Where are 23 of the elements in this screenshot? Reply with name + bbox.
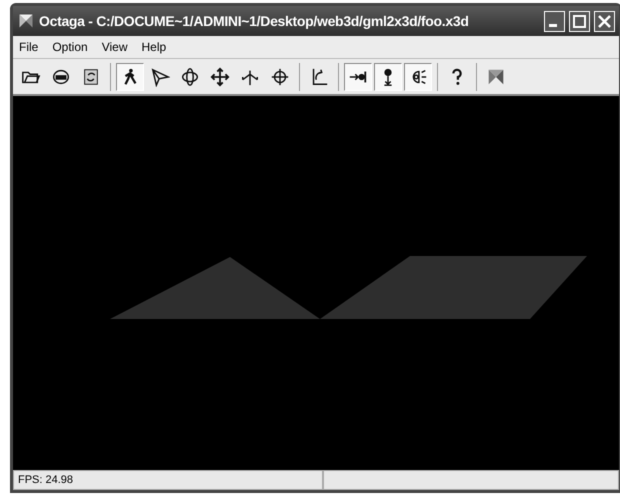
paper-plane-icon bbox=[150, 66, 170, 86]
window-title: Octaga - C:/DOCUME~1/ADMINI~1/Desktop/web3d/gml2x3d/foo.x3d bbox=[39, 12, 470, 31]
toolbar-button[interactable] bbox=[344, 62, 372, 90]
menu-item[interactable]: Option bbox=[52, 38, 88, 56]
menu-item[interactable]: File bbox=[19, 38, 38, 56]
move-arrows-icon bbox=[210, 66, 230, 86]
maximize-icon bbox=[573, 14, 586, 28]
toolbar-button[interactable] bbox=[374, 62, 402, 90]
menu-item[interactable]: Help bbox=[142, 38, 166, 56]
orbit-icon bbox=[180, 66, 200, 86]
crosshair-icon bbox=[270, 66, 290, 86]
status-text: FPS: 24.98 bbox=[13, 470, 323, 490]
minimize-button[interactable] bbox=[544, 10, 565, 32]
refresh-icon bbox=[81, 66, 101, 86]
toolbar-button[interactable] bbox=[404, 62, 432, 90]
app-logo-icon bbox=[17, 12, 35, 30]
toolbar-button[interactable] bbox=[116, 62, 144, 90]
maximize-button[interactable] bbox=[569, 10, 590, 32]
logo-icon bbox=[486, 66, 506, 86]
close-icon bbox=[598, 14, 611, 28]
menu-item[interactable]: View bbox=[102, 38, 128, 56]
close-button[interactable] bbox=[594, 10, 615, 32]
minimize-icon bbox=[549, 24, 557, 27]
